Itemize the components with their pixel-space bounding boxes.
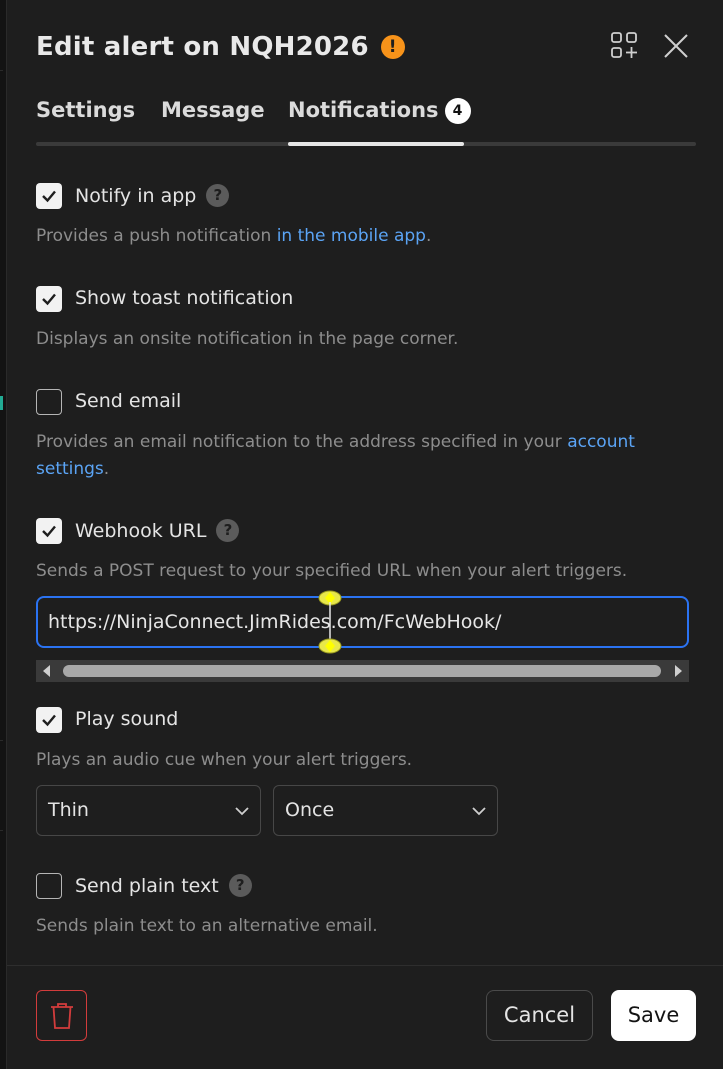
dialog-header: Edit alert on NQH2026!	[36, 28, 696, 68]
webhook-checkbox[interactable]	[36, 518, 62, 544]
scroll-right-icon[interactable]	[667, 660, 689, 682]
option-row: Webhook URL?	[36, 518, 696, 548]
option-row: Send plain text?	[36, 873, 696, 903]
add-widget-button[interactable]	[609, 30, 641, 62]
tab-label: Message	[161, 98, 265, 122]
dialog-title: Edit alert on NQH2026!	[36, 32, 405, 62]
help-icon[interactable]: ?	[206, 184, 230, 207]
notification-count-badge: 4	[444, 98, 471, 124]
option-label-text: Play sound	[75, 708, 179, 730]
mobile-app-link[interactable]: in the mobile app	[277, 226, 426, 246]
horizontal-scrollbar[interactable]	[36, 660, 689, 682]
select-value: Once	[285, 799, 335, 821]
help-icon[interactable]: ?	[228, 874, 252, 897]
notify-in-app-checkbox[interactable]	[36, 183, 62, 209]
select-value: Thin	[48, 799, 89, 821]
trash-icon	[51, 1003, 73, 1029]
scrollbar-thumb[interactable]	[63, 665, 661, 677]
scroll-left-icon[interactable]	[36, 660, 58, 682]
save-button[interactable]: Save	[611, 990, 696, 1041]
option-row: Notify in app?	[36, 183, 696, 213]
background-gridline	[0, 70, 3, 71]
checkmark-icon	[42, 190, 56, 203]
webhook-url-input[interactable]: https://NinjaConnect.JimRides.com/FcWebH…	[36, 596, 689, 648]
send-email-description: Provides an email notification to the ad…	[36, 429, 691, 483]
play-sound-checkbox[interactable]	[36, 707, 62, 733]
chevron-down-icon	[472, 807, 486, 816]
tab-label: Settings	[36, 98, 136, 122]
send-email-checkbox[interactable]	[36, 389, 62, 415]
tab-settings[interactable]: Settings	[36, 98, 135, 122]
webhook-description: Sends a POST request to your specified U…	[36, 561, 628, 581]
active-tab-indicator	[288, 142, 464, 146]
show-toast-label[interactable]: Show toast notification	[75, 287, 293, 309]
option-webhook-url: Webhook URL? Sends a POST request to you…	[36, 518, 696, 581]
send-plain-text-description: Sends plain text to an alternative email…	[36, 916, 378, 936]
tab-notifications[interactable]: Notifications 4	[288, 98, 471, 124]
checkmark-icon	[42, 525, 56, 538]
help-icon[interactable]: ?	[216, 519, 240, 542]
send-plain-text-label[interactable]: Send plain text?	[75, 874, 252, 897]
sound-type-select[interactable]: Thin	[36, 785, 261, 836]
checkmark-icon	[42, 293, 56, 306]
footer-divider	[7, 965, 723, 966]
description-text: Provides an email notification to the ad…	[36, 432, 568, 452]
show-toast-description: Displays an onsite notification in the p…	[36, 329, 459, 349]
chevron-down-icon	[235, 807, 249, 816]
option-show-toast: Show toast notification Displays an onsi…	[36, 286, 696, 349]
option-row: Send email	[36, 389, 696, 419]
tab-bar: Settings Message Notifications 4	[36, 98, 696, 148]
cancel-button[interactable]: Cancel	[486, 990, 593, 1041]
edit-alert-dialog: Edit alert on NQH2026! Settings Message	[6, 0, 723, 1069]
notify-in-app-description: Provides a push notification in the mobi…	[36, 223, 691, 250]
dialog-title-text: Edit alert on NQH2026	[36, 32, 369, 62]
option-label-text: Send plain text	[75, 875, 219, 897]
option-send-email: Send email Provides an email notificatio…	[36, 389, 696, 479]
option-label-text: Notify in app	[75, 185, 197, 207]
background-candle	[0, 396, 3, 410]
option-row: Show toast notification	[36, 286, 696, 316]
background-gridline	[0, 740, 3, 741]
play-sound-description: Plays an audio cue when your alert trigg…	[36, 750, 413, 770]
play-sound-label[interactable]: Play sound	[75, 708, 178, 730]
delete-alert-button[interactable]	[36, 990, 87, 1041]
option-label-text: Webhook URL	[75, 520, 207, 542]
add-widget-icon	[611, 32, 637, 58]
text-cursor-handle[interactable]	[318, 588, 342, 656]
close-button[interactable]	[660, 30, 692, 62]
tab-message[interactable]: Message	[161, 98, 265, 122]
send-plain-text-checkbox[interactable]	[36, 873, 62, 899]
description-text: .	[425, 226, 432, 246]
checkmark-icon	[42, 714, 56, 727]
description-text: Provides a push notification	[36, 226, 277, 246]
notify-in-app-label[interactable]: Notify in app?	[75, 184, 230, 207]
option-label-text: Send email	[75, 390, 182, 412]
close-icon	[664, 34, 688, 58]
sound-repeat-select[interactable]: Once	[273, 785, 498, 836]
warning-icon[interactable]: !	[380, 35, 405, 59]
option-play-sound: Play sound Plays an audio cue when your …	[36, 707, 696, 770]
option-send-plain-text: Send plain text? Sends plain text to an …	[36, 873, 696, 936]
option-label-text: Show toast notification	[75, 287, 294, 309]
show-toast-checkbox[interactable]	[36, 286, 62, 312]
send-email-label[interactable]: Send email	[75, 390, 181, 412]
description-text: .	[103, 459, 110, 479]
option-row: Play sound	[36, 707, 696, 737]
option-notify-in-app: Notify in app? Provides a push notificat…	[36, 183, 696, 246]
background-gridline	[0, 830, 3, 831]
webhook-label[interactable]: Webhook URL?	[75, 519, 240, 542]
tab-label: Notifications	[288, 98, 439, 122]
